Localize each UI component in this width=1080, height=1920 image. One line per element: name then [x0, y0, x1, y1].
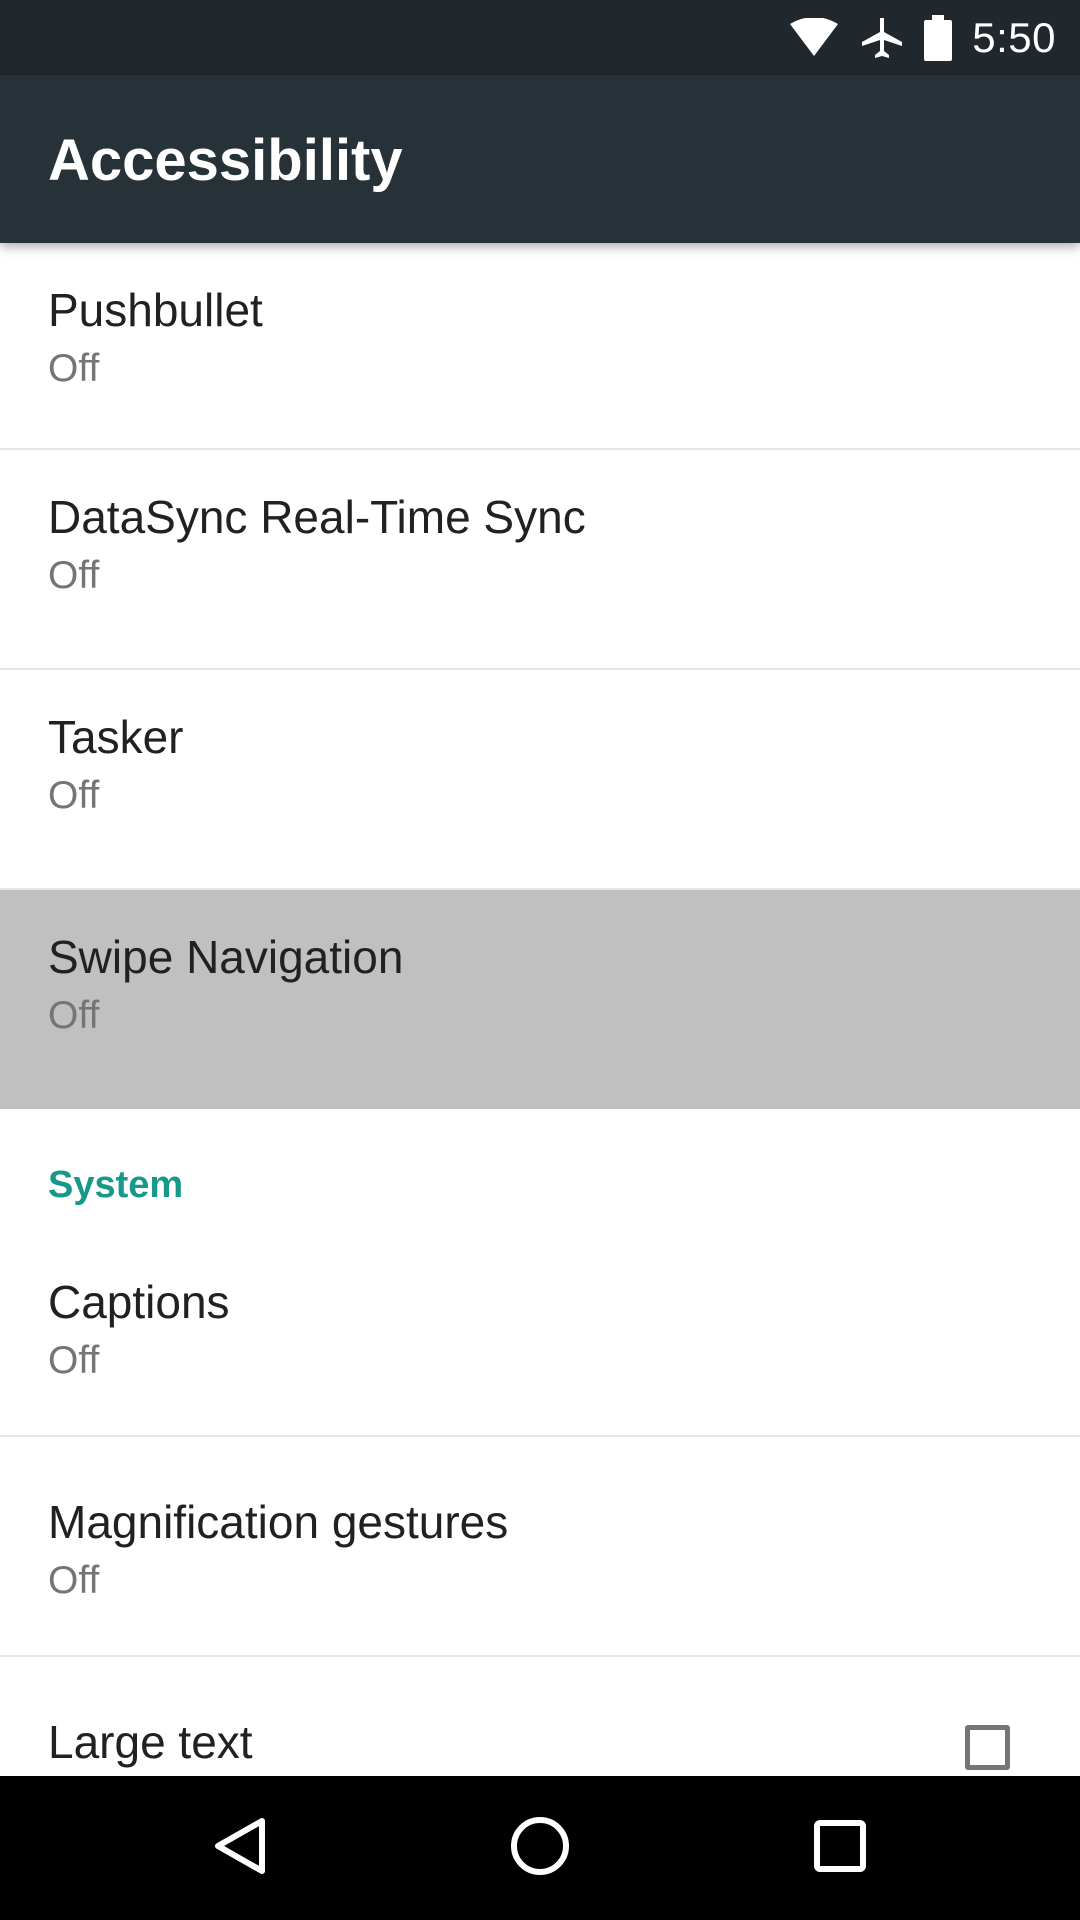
- status-bar: 5:50: [0, 0, 1080, 75]
- battery-icon: [924, 14, 953, 61]
- large-text-checkbox[interactable]: [965, 1725, 1010, 1770]
- setting-title: Magnification gestures: [48, 1496, 509, 1548]
- setting-item-datasync[interactable]: DataSync Real-Time Sync Off: [0, 450, 1080, 669]
- setting-item-magnification-gestures[interactable]: Magnification gestures Off: [0, 1455, 1080, 1674]
- setting-item-captions[interactable]: Captions Off: [0, 1235, 1080, 1454]
- setting-title: Pushbullet: [48, 284, 263, 336]
- home-icon: [509, 1815, 571, 1882]
- back-icon: [210, 1815, 270, 1882]
- divider: [0, 1655, 1080, 1657]
- setting-title: Tasker: [48, 711, 184, 763]
- setting-summary: Off: [48, 1339, 100, 1382]
- setting-title: Swipe Navigation: [48, 931, 404, 983]
- status-icons: 5:50: [788, 0, 1056, 75]
- home-button[interactable]: [490, 1798, 590, 1898]
- settings-list: Pushbullet Off DataSync Real-Time Sync O…: [0, 243, 1080, 1776]
- setting-item-tasker[interactable]: Tasker Off: [0, 670, 1080, 889]
- setting-title: Large text: [48, 1716, 253, 1768]
- recents-button[interactable]: [790, 1798, 890, 1898]
- status-clock: 5:50: [972, 13, 1056, 61]
- setting-summary: Off: [48, 347, 100, 390]
- app-bar: Accessibility: [0, 75, 1080, 243]
- section-header-system: System: [48, 1164, 184, 1206]
- recents-icon: [812, 1818, 868, 1879]
- navigation-bar: [0, 1776, 1080, 1920]
- divider: [0, 1435, 1080, 1437]
- setting-item-pushbullet[interactable]: Pushbullet Off: [0, 243, 1080, 462]
- setting-summary: Off: [48, 554, 100, 597]
- airplane-mode-icon: [860, 16, 904, 60]
- setting-title: DataSync Real-Time Sync: [48, 491, 586, 543]
- setting-title: Captions: [48, 1276, 230, 1328]
- setting-item-swipe-navigation[interactable]: Swipe Navigation Off: [0, 890, 1080, 1109]
- back-button[interactable]: [190, 1798, 290, 1898]
- page-title: Accessibility: [48, 128, 403, 193]
- setting-summary: Off: [48, 994, 100, 1037]
- setting-item-large-text[interactable]: Large text: [0, 1675, 1080, 1776]
- setting-summary: Off: [48, 774, 100, 817]
- wifi-icon: [788, 17, 840, 58]
- setting-summary: Off: [48, 1559, 100, 1602]
